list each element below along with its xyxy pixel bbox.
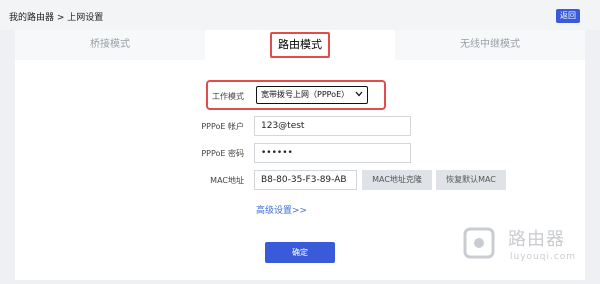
mac-address-input[interactable]: B8-80-35-F3-89-AB (254, 170, 357, 190)
breadcrumb: 我的路由器 > 上网设置 (9, 13, 104, 23)
work-mode-label: 工作模式 (212, 92, 244, 101)
tab-label: 无线中继模式 (460, 39, 520, 50)
tab-wireless-repeater-mode[interactable]: 无线中继模式 (395, 30, 585, 60)
mode-tabs: 桥接模式 路由模式 无线中继模式 (15, 30, 585, 60)
pppoe-account-label: PPPoE 帐户 (201, 122, 244, 131)
confirm-button[interactable]: 确定 (265, 242, 335, 263)
pppoe-account-input[interactable]: 123@test (254, 116, 411, 136)
work-mode-value: 宽带拨号上网（PPPoE） (261, 90, 350, 99)
mac-clone-button[interactable]: MAC地址克隆 (362, 170, 432, 190)
tab-router-mode[interactable]: 路由模式 (205, 30, 395, 60)
tab-label: 路由模式 (270, 32, 330, 58)
pppoe-password-label: PPPoE 密码 (201, 149, 244, 158)
mac-address-label: MAC地址 (210, 176, 244, 185)
tab-label: 桥接模式 (90, 39, 130, 50)
restore-default-mac-button[interactable]: 恢复默认MAC (436, 170, 506, 190)
router-logo-icon (461, 225, 497, 261)
chevron-down-icon (355, 87, 363, 103)
watermark-url: luyouqi.com (510, 252, 577, 262)
watermark-title: 路由器 (508, 229, 565, 250)
work-mode-select[interactable]: 宽带拨号上网（PPPoE） (256, 86, 368, 104)
back-button[interactable]: 返回 (556, 9, 580, 23)
tab-bridge-mode[interactable]: 桥接模式 (15, 30, 205, 60)
advanced-settings-link[interactable]: 高级设置>> (256, 203, 307, 216)
top-bar: 我的路由器 > 上网设置 返回 (0, 0, 600, 30)
pppoe-password-input[interactable]: •••••• (254, 143, 411, 163)
